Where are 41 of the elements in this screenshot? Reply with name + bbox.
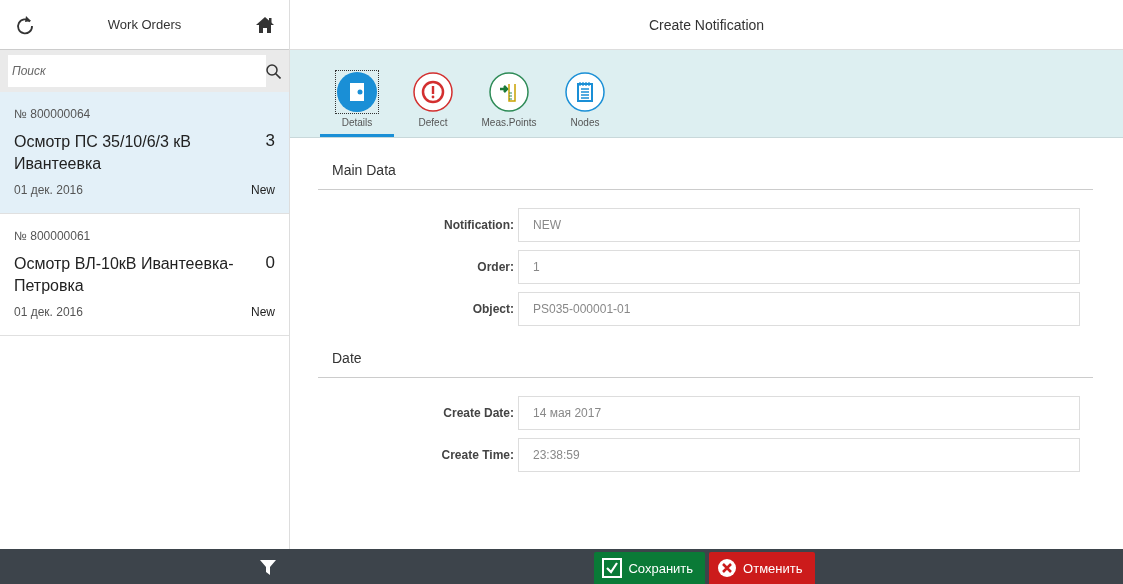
- list-item[interactable]: № 800000064 Осмотр ПС 35/10/6/3 кВ Ивантеевка 3 01 дек. 2016 New: [0, 92, 289, 214]
- order-status: New: [251, 183, 275, 197]
- input-field[interactable]: NEW: [518, 208, 1080, 242]
- home-icon[interactable]: [255, 15, 275, 34]
- field-label: Order:: [476, 260, 515, 274]
- field-label: Notification:: [443, 218, 515, 232]
- input-field[interactable]: 23:38:59: [518, 438, 1080, 472]
- field-label: Object:: [471, 302, 515, 316]
- tab[interactable]: Details: [320, 70, 394, 137]
- section-title: Main Data: [318, 162, 1093, 190]
- list-item[interactable]: № 800000061 Осмотр ВЛ-10кВ Ивантеевка-Петровка 0 01 дек. 2016 New: [0, 214, 289, 336]
- tab[interactable]: Defect: [396, 70, 470, 137]
- order-status: New: [251, 305, 275, 319]
- order-count: 0: [265, 253, 275, 273]
- order-date: 01 дек. 2016: [14, 305, 83, 319]
- tab[interactable]: Nodes: [548, 70, 622, 137]
- input-field[interactable]: PS035-000001-01: [518, 292, 1080, 326]
- order-number: № 800000064: [14, 107, 92, 121]
- order-count: 3: [265, 131, 275, 151]
- search-icon[interactable]: [266, 63, 281, 79]
- close-icon: [717, 558, 738, 578]
- refresh-icon[interactable]: [16, 14, 34, 35]
- document-icon: [336, 71, 378, 113]
- notepad-icon: [564, 71, 606, 113]
- section-title: Date: [318, 350, 1093, 378]
- order-title: Осмотр ВЛ-10кВ Ивантеевка-Петровка: [14, 254, 235, 296]
- cancel-button[interactable]: Отменить: [709, 552, 815, 584]
- page-title: Create Notification: [648, 16, 765, 33]
- filter-icon[interactable]: [260, 558, 276, 575]
- tab[interactable]: Meas.Points: [472, 70, 546, 137]
- input-field[interactable]: 14 мая 2017: [518, 396, 1080, 430]
- field-label: Create Time:: [440, 448, 515, 462]
- order-date: 01 дек. 2016: [14, 183, 83, 197]
- save-button[interactable]: Сохранить: [594, 552, 706, 584]
- input-field[interactable]: 1: [518, 250, 1080, 284]
- order-number: № 800000061: [14, 229, 92, 243]
- order-title: Осмотр ПС 35/10/6/3 кВ Ивантеевка: [14, 132, 192, 174]
- checkbox-icon: [602, 558, 623, 578]
- warning-icon: [412, 71, 454, 113]
- field-label: Create Date:: [442, 406, 515, 420]
- panel-title: Work Orders: [107, 17, 182, 32]
